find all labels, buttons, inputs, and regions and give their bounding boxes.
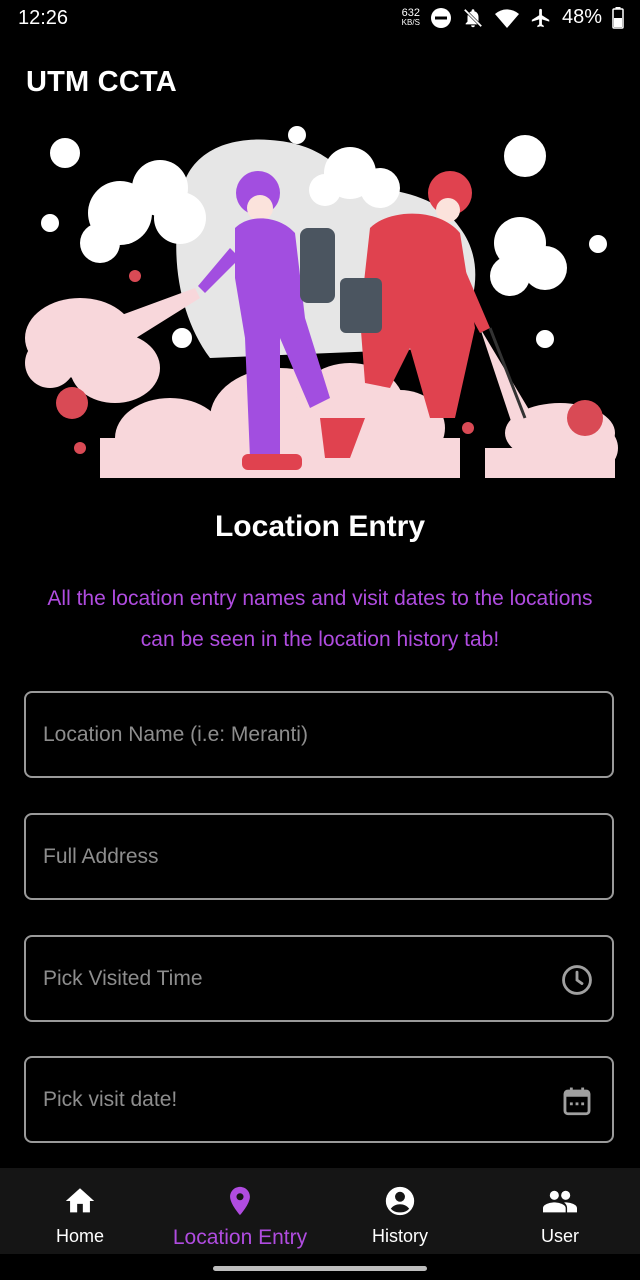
home-icon [65, 1188, 95, 1213]
full-address-field[interactable] [24, 813, 614, 900]
nav-item-history[interactable]: History [320, 1168, 480, 1254]
account-circle-icon [385, 1186, 415, 1216]
network-speed-unit: KB/S [401, 17, 420, 27]
network-speed: 632 KB/S [401, 6, 420, 28]
battery-icon [612, 6, 624, 29]
page-description: All the location entry names and visit d… [47, 587, 593, 651]
nav-item-user[interactable]: User [480, 1168, 640, 1254]
location-name-field[interactable] [24, 691, 614, 778]
nav-label-history: History [371, 1226, 428, 1246]
home-indicator[interactable] [213, 1266, 427, 1271]
visit-date-input[interactable] [26, 1058, 612, 1141]
status-bar: 12:26 632 KB/S 48% [0, 0, 640, 38]
nav-label-location-entry: Location Entry [172, 1226, 308, 1249]
wifi-icon [494, 8, 519, 28]
location-pin-icon [230, 1186, 250, 1216]
nav-label-user: User [540, 1226, 579, 1246]
notifications-off-icon [463, 8, 483, 27]
location-name-input[interactable] [26, 693, 612, 776]
do-not-disturb-icon [430, 7, 451, 28]
visited-time-field[interactable] [24, 935, 614, 1022]
visit-date-field[interactable] [24, 1056, 614, 1143]
status-time: 12:26 [18, 7, 69, 29]
group-icon [543, 1190, 577, 1213]
battery-percentage: 48% [561, 6, 602, 28]
full-address-input[interactable] [26, 815, 612, 898]
airplane-icon [531, 8, 550, 27]
calendar-icon[interactable] [560, 1084, 594, 1118]
visited-time-input[interactable] [26, 937, 612, 1020]
disinfection-illustration [25, 126, 618, 478]
app-title: UTM CCTA [26, 66, 177, 98]
page-title: Location Entry [214, 510, 425, 543]
nav-item-home[interactable]: Home [0, 1168, 160, 1254]
nav-item-location-entry[interactable]: Location Entry [160, 1168, 320, 1254]
network-speed-value: 632 [401, 6, 420, 19]
bottom-navigation: Home Location Entry History User [0, 1168, 640, 1254]
clock-icon[interactable] [560, 963, 594, 997]
nav-label-home: Home [55, 1226, 104, 1246]
status-icons: 632 KB/S 48% [402, 6, 624, 29]
